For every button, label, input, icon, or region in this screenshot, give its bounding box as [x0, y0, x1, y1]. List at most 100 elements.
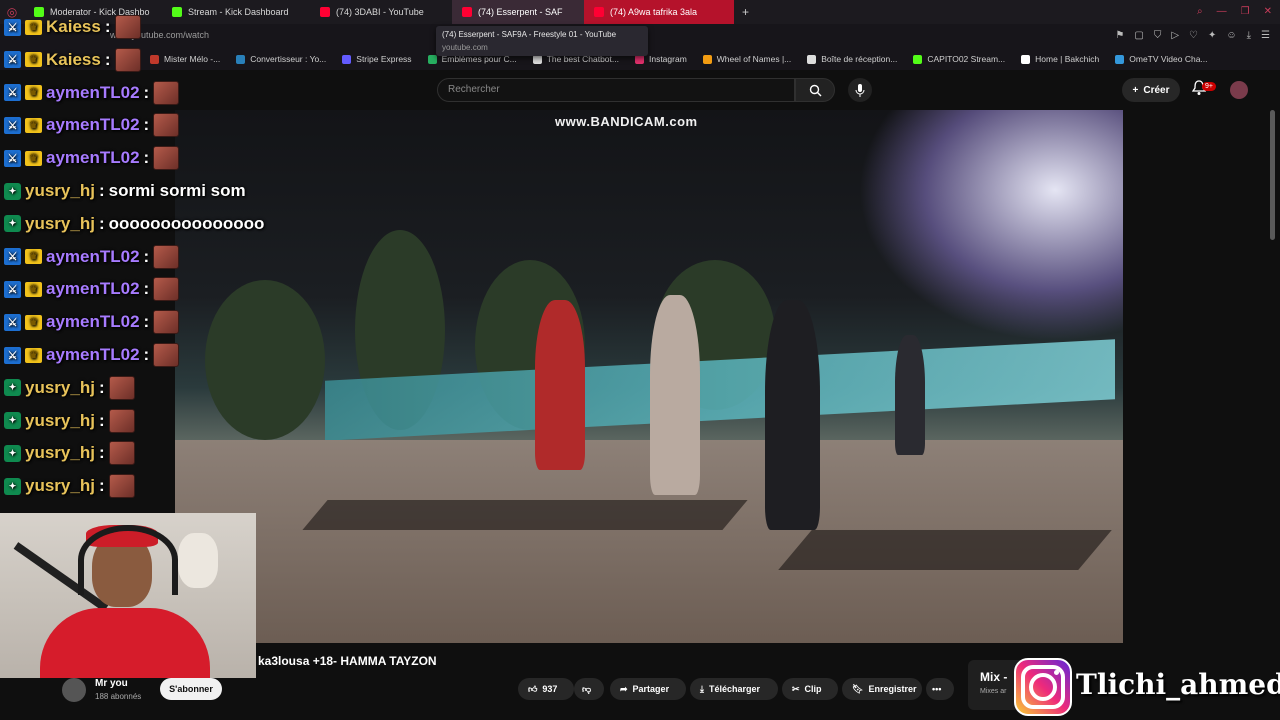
bookmark-favicon-icon	[236, 54, 246, 64]
chat-username[interactable]: aymenTL02	[46, 83, 140, 103]
og-badge-icon: ✦	[4, 477, 21, 495]
bookmark-item[interactable]: Boîte de réception...	[807, 54, 897, 64]
new-tab-button[interactable]: +	[734, 5, 757, 19]
plus-icon: +	[1132, 84, 1139, 96]
bookmark-item[interactable]: Convertisseur : Yo...	[236, 54, 326, 64]
browser-tab[interactable]: (74) 3DABI - YouTube	[310, 0, 452, 24]
subscribe-button[interactable]: S'abonner	[160, 678, 222, 700]
chat-separator: :	[143, 279, 150, 299]
screenshot-icon[interactable]: ▢	[1134, 30, 1143, 41]
chat-emote-icon	[108, 474, 135, 499]
share-label: Partager	[632, 684, 670, 694]
moderator-badge-icon: ⚔	[4, 18, 21, 36]
window-controls: ⌕ — ❐ ✕	[1197, 6, 1272, 17]
chat-username[interactable]: aymenTL02	[46, 115, 140, 135]
chat-username[interactable]: aymenTL02	[46, 345, 140, 365]
bookmark-item[interactable]: OmeTV Video Cha...	[1115, 54, 1208, 64]
chat-emote-icon	[114, 15, 141, 39]
og-badge-icon: ✦	[4, 379, 21, 397]
moderator-badge-icon: ⚔	[4, 51, 21, 69]
chat-username[interactable]: yusry_hj	[25, 476, 95, 496]
shield-icon[interactable]: ⛉	[1154, 30, 1162, 41]
like-count: 937	[542, 684, 558, 694]
chat-emote-icon	[153, 343, 180, 367]
bookmark-item[interactable]: Mister Mélo -...	[150, 54, 220, 64]
youtube-header: Rechercher + Créer	[0, 70, 1280, 110]
heart-icon[interactable]: ♡	[1189, 30, 1198, 41]
save-button[interactable]: 🔖︎ Enregistrer	[842, 678, 922, 700]
tab-label: Stream - Kick Dashboard	[188, 7, 289, 17]
chat-username[interactable]: aymenTL02	[46, 312, 140, 332]
more-actions-button[interactable]: •••	[926, 678, 954, 700]
search-tabs-icon[interactable]: ⌕	[1197, 6, 1203, 17]
chat-separator: :	[98, 476, 105, 496]
bookmark-favicon-icon	[150, 54, 159, 64]
tab-favicon-icon	[594, 7, 604, 17]
chat-username[interactable]: Kaiess	[46, 50, 101, 70]
channel-subscribers: 188 abonnés	[95, 692, 142, 701]
streamer-headset	[78, 525, 178, 595]
ground-shadow	[302, 500, 748, 530]
browser-tab[interactable]: (74) A9wa tafrika 3ala	[584, 0, 734, 24]
menu-icon[interactable]: ☰	[1261, 30, 1270, 41]
search-icon	[809, 84, 821, 96]
chat-text: sormi sormi som	[108, 181, 246, 200]
account-avatar[interactable]	[1230, 81, 1248, 99]
bookmark-item[interactable]: Home | Bakchich	[1021, 54, 1099, 64]
search-input[interactable]: Rechercher	[437, 78, 795, 102]
chat-username[interactable]: yusry_hj	[25, 214, 95, 234]
chat-username[interactable]: yusry_hj	[25, 378, 95, 398]
chat-separator: :	[104, 17, 111, 36]
bookmark-item[interactable]: Stripe Express	[342, 54, 412, 64]
tab-label: (74) 3DABI - YouTube	[336, 7, 424, 17]
chat-username[interactable]: yusry_hj	[25, 411, 95, 431]
extensions-icon[interactable]: ✦	[1208, 30, 1216, 41]
share-button[interactable]: ➦ Partager	[610, 678, 686, 700]
crown-badge-icon: ♛	[25, 52, 42, 68]
ground-shadow	[778, 530, 1112, 570]
minimize-icon[interactable]: —	[1217, 6, 1227, 17]
like-button[interactable]: 👍︎ 937	[518, 678, 574, 700]
dancer	[895, 335, 925, 455]
bookmark-favicon-icon	[913, 54, 923, 64]
bookmark-item[interactable]: Wheel of Names |...	[702, 54, 791, 64]
clip-label: Clip	[804, 684, 822, 694]
webcam-overlay	[0, 513, 256, 678]
profile-icon[interactable]: ☺	[1226, 30, 1236, 41]
bookmark-label: Boîte de réception...	[821, 54, 898, 64]
download-button[interactable]: ⤓ Télécharger	[690, 678, 778, 700]
browser-tab[interactable]: (74) Esserpent - SAF	[452, 0, 584, 24]
voice-search-button[interactable]	[848, 78, 872, 102]
dancer	[535, 300, 585, 470]
bookmark-label: Mister Mélo -...	[164, 54, 221, 64]
chat-username[interactable]: yusry_hj	[25, 181, 95, 201]
video-player[interactable]: www.BANDICAM.com	[175, 110, 1123, 643]
chat-username[interactable]: aymenTL02	[46, 148, 140, 168]
bookmark-favicon-icon	[342, 54, 352, 64]
channel-name[interactable]: Mr you	[95, 678, 128, 689]
chat-username[interactable]: aymenTL02	[46, 279, 140, 299]
dislike-button[interactable]: 👎︎	[574, 678, 604, 700]
notification-badge: 9+	[1202, 82, 1216, 91]
create-button[interactable]: + Créer	[1122, 78, 1180, 102]
chat-message: ✦ yusry_hj:	[4, 440, 135, 466]
chat-message: ⚔ ♛ aymenTL02:	[4, 80, 180, 106]
chat-username[interactable]: aymenTL02	[46, 247, 140, 267]
chat-username[interactable]: Kaiess	[46, 17, 101, 37]
download-icon[interactable]: ⤓	[1247, 30, 1251, 41]
bookmark-item[interactable]: CAPITO02 Stream...	[913, 54, 1005, 64]
channel-avatar[interactable]	[62, 678, 86, 702]
thumbs-up-icon: 👍︎	[528, 683, 538, 694]
instagram-handle: Tlichi_ahmed	[1076, 668, 1280, 701]
clip-button[interactable]: ✂ Clip	[782, 678, 838, 700]
maximize-icon[interactable]: ❐	[1241, 6, 1250, 17]
close-window-icon[interactable]: ✕	[1264, 6, 1272, 17]
chat-emote-icon	[108, 441, 135, 466]
page-scrollbar[interactable]	[1270, 110, 1275, 240]
play-icon[interactable]: ▷	[1171, 30, 1179, 41]
bookmark-label: Convertisseur : Yo...	[250, 54, 327, 64]
chat-username[interactable]: yusry_hj	[25, 443, 95, 463]
search-button[interactable]	[795, 78, 835, 102]
bookmark-icon[interactable]: ⚑	[1115, 30, 1124, 41]
browser-tab[interactable]: Stream - Kick Dashboard	[162, 0, 310, 24]
